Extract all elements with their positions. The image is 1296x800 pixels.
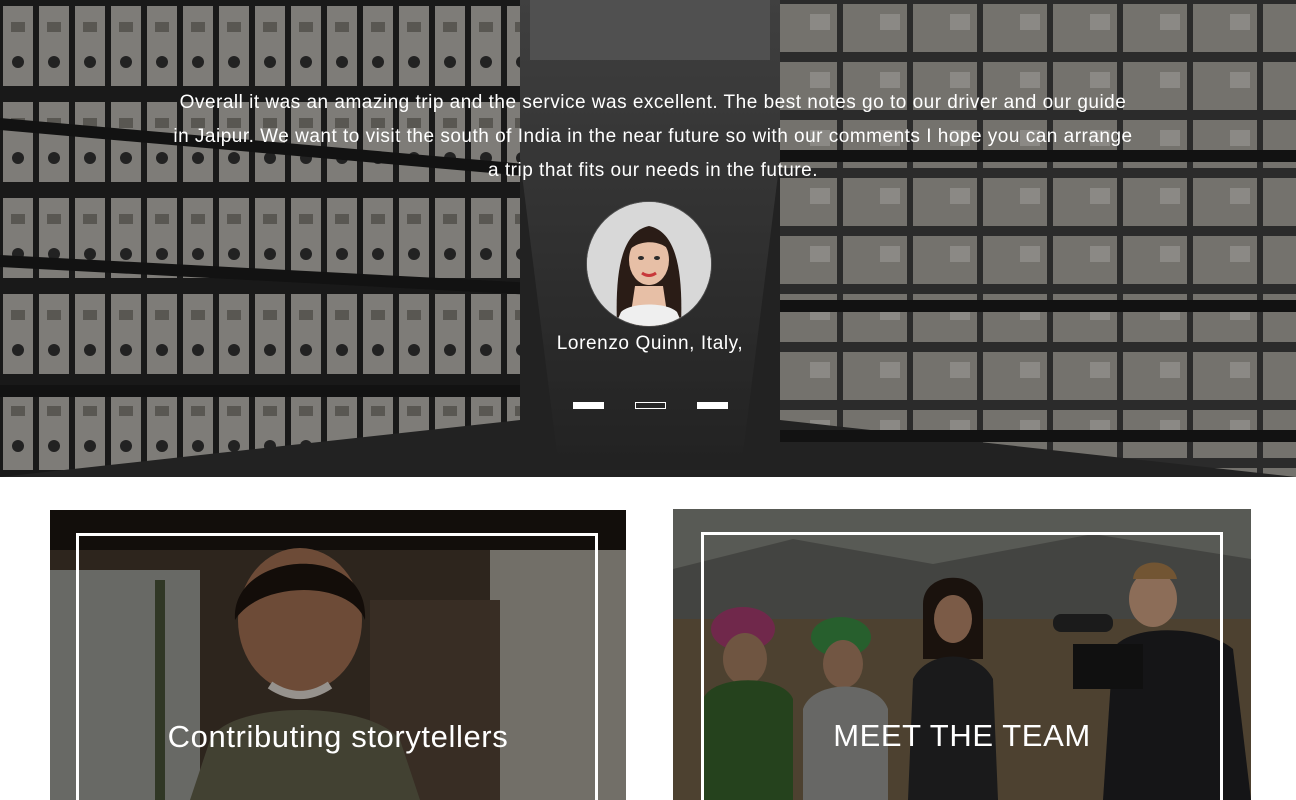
card-frame — [701, 532, 1223, 800]
card-frame — [76, 533, 598, 800]
testimonial-author: Lorenzo Quinn, Italy, — [556, 333, 744, 354]
contributing-storytellers-card[interactable]: Contributing storytellers — [50, 510, 626, 800]
carousel-dot-1[interactable] — [573, 402, 604, 409]
meet-the-team-card[interactable]: MEET THE TEAM — [673, 509, 1251, 800]
card-title: MEET THE TEAM — [833, 718, 1091, 753]
carousel-dot-2[interactable] — [635, 402, 666, 409]
carousel-pagination — [573, 402, 733, 412]
carousel-dot-3[interactable] — [697, 402, 728, 409]
card-title: Contributing storytellers — [167, 719, 509, 754]
testimonial-section: Overall it was an amazing trip and the s… — [0, 0, 1296, 477]
author-avatar — [587, 202, 711, 326]
testimonial-quote: Overall it was an amazing trip and the s… — [173, 92, 1133, 181]
